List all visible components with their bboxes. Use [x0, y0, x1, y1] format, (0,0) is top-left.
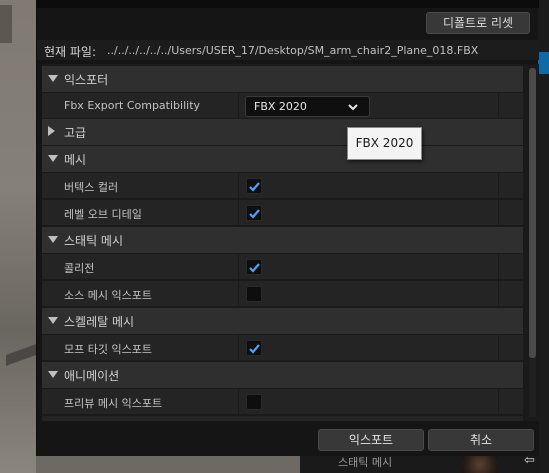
property-label: 레벨 오브 디테일: [64, 208, 142, 221]
scrollbar-thumb[interactable]: [529, 68, 536, 358]
category-label: 스켈레탈 메시: [64, 315, 135, 329]
dropdown-value: FBX 2020: [254, 100, 307, 113]
dropdown-tooltip: FBX 2020: [347, 127, 422, 160]
category-animation[interactable]: 애니메이션: [42, 362, 523, 388]
current-file-row: 현재 파일: ../../../../../../Users/USER_17/D…: [37, 40, 539, 60]
reset-to-default-button[interactable]: 디폴트로 리셋: [426, 12, 530, 34]
property-label: Fbx Export Compatibility: [64, 99, 201, 112]
property-label: 버텍스 컬러: [64, 181, 119, 194]
property-label: 소스 메시 익스포트: [64, 289, 152, 302]
vertex-color-checkbox[interactable]: [246, 178, 262, 194]
property-row-lod: 레벨 오브 디테일: [42, 199, 523, 226]
category-label: 스태틱 메시: [64, 234, 124, 248]
category-label: 애니메이션: [64, 369, 120, 383]
dialog-title-bar: [37, 0, 539, 8]
property-row-source-mesh: 소스 메시 익스포트: [42, 280, 523, 307]
preview-mesh-checkbox[interactable]: [246, 394, 262, 410]
collision-checkbox[interactable]: [246, 259, 262, 275]
options-panel: 익스포터 Fbx Export Compatibility FBX 2020 고…: [42, 64, 539, 421]
collapse-arrow-icon: [48, 75, 58, 82]
category-label: 익스포터: [64, 73, 109, 87]
expand-arrow-icon: [48, 126, 55, 136]
property-row-preview-mesh: 프리뷰 메시 익스포트: [42, 388, 523, 415]
side-tab[interactable]: [538, 52, 549, 74]
chevron-down-icon: [348, 104, 358, 111]
collapse-arrow-icon: [48, 371, 58, 378]
export-button[interactable]: 익스포트: [318, 429, 424, 451]
property-label: 콜리전: [64, 262, 95, 275]
lod-checkbox[interactable]: [246, 205, 262, 221]
dialog-footer: 익스포트 취소: [37, 421, 539, 456]
side-panel-edge: [538, 0, 549, 473]
checkmark-icon: [249, 263, 260, 273]
asset-label: 스태틱 메시: [338, 456, 393, 469]
category-label: 고급: [64, 126, 87, 140]
fbx-version-dropdown[interactable]: FBX 2020: [245, 96, 370, 117]
category-mesh[interactable]: 메시: [42, 146, 523, 172]
property-row-vertex-color: 버텍스 컬러: [42, 172, 523, 199]
source-mesh-checkbox[interactable]: [246, 286, 262, 302]
category-static-mesh[interactable]: 스태틱 메시: [42, 227, 523, 253]
property-row-morph-targets: 모프 타깃 익스포트: [42, 334, 523, 361]
checkmark-icon: [249, 344, 260, 354]
property-row-collision: 콜리전: [42, 253, 523, 280]
checkmark-icon: [249, 209, 260, 219]
category-advanced[interactable]: 고급: [42, 119, 523, 145]
collapse-arrow-icon: [48, 317, 58, 324]
property-label: 프리뷰 메시 익스포트: [64, 397, 163, 410]
cancel-button[interactable]: 취소: [428, 429, 534, 451]
current-file-path: ../../../../../../Users/USER_17/Desktop/…: [107, 44, 479, 57]
collapse-arrow-icon: [48, 155, 58, 162]
category-label: 메시: [64, 153, 87, 167]
checkmark-icon: [249, 182, 260, 192]
property-row-fbx-compat: Fbx Export Compatibility FBX 2020: [42, 92, 523, 119]
category-skeletal-mesh[interactable]: 스켈레탈 메시: [42, 308, 523, 334]
category-exporter[interactable]: 익스포터: [42, 66, 523, 92]
collapse-arrow-icon: [48, 236, 58, 243]
viewport-background: [0, 0, 36, 473]
background-figure: [0, 5, 12, 43]
property-label: 모프 타깃 익스포트: [64, 343, 152, 356]
fbx-export-dialog: 디폴트로 리셋 현재 파일: ../../../../../../Users/U…: [36, 0, 539, 456]
morph-targets-checkbox[interactable]: [246, 340, 262, 356]
current-file-label: 현재 파일:: [44, 45, 97, 59]
options-scrollbar[interactable]: [529, 68, 536, 417]
background-beam: [6, 300, 36, 410]
